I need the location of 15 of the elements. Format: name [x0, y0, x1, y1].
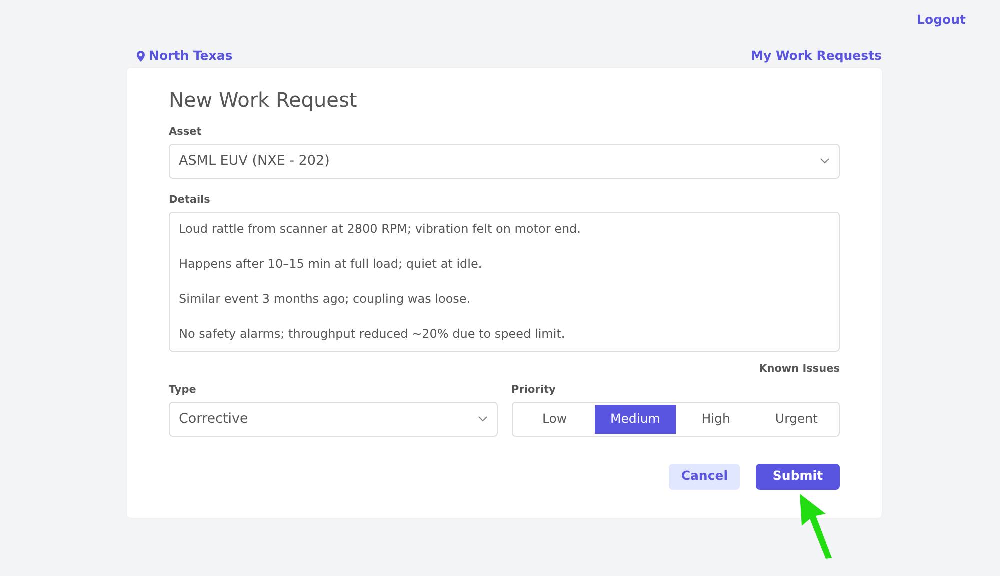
submit-button[interactable]: Submit: [756, 464, 840, 490]
cancel-button[interactable]: Cancel: [669, 464, 740, 490]
field-label: Priority: [512, 383, 556, 398]
logout-link[interactable]: Logout: [917, 11, 966, 44]
location-link[interactable]: North Texas: [137, 46, 233, 66]
asset-select[interactable]: ASML EUV (NXE - 202): [169, 144, 840, 179]
type-select[interactable]: Corrective: [169, 402, 498, 437]
field-label: Details: [169, 192, 210, 208]
known-issues-link[interactable]: Known Issues: [759, 362, 840, 377]
field-label: Type: [169, 383, 196, 398]
form-title: New Work Request: [169, 88, 358, 112]
details-textarea[interactable]: Loud rattle from scanner at 2800 RPM; vibration felt on motor end. Happens after 10–15 min at full load; quiet at idle. Similar event 3 months ago; coupling was loose. No safety alarms; throughput reduced ~20% due to speed limit.: [169, 212, 840, 352]
my-work-requests-link[interactable]: My Work Requests: [751, 46, 882, 66]
priority-option[interactable]: Medium: [595, 404, 676, 434]
field-label: Asset: [169, 125, 202, 140]
